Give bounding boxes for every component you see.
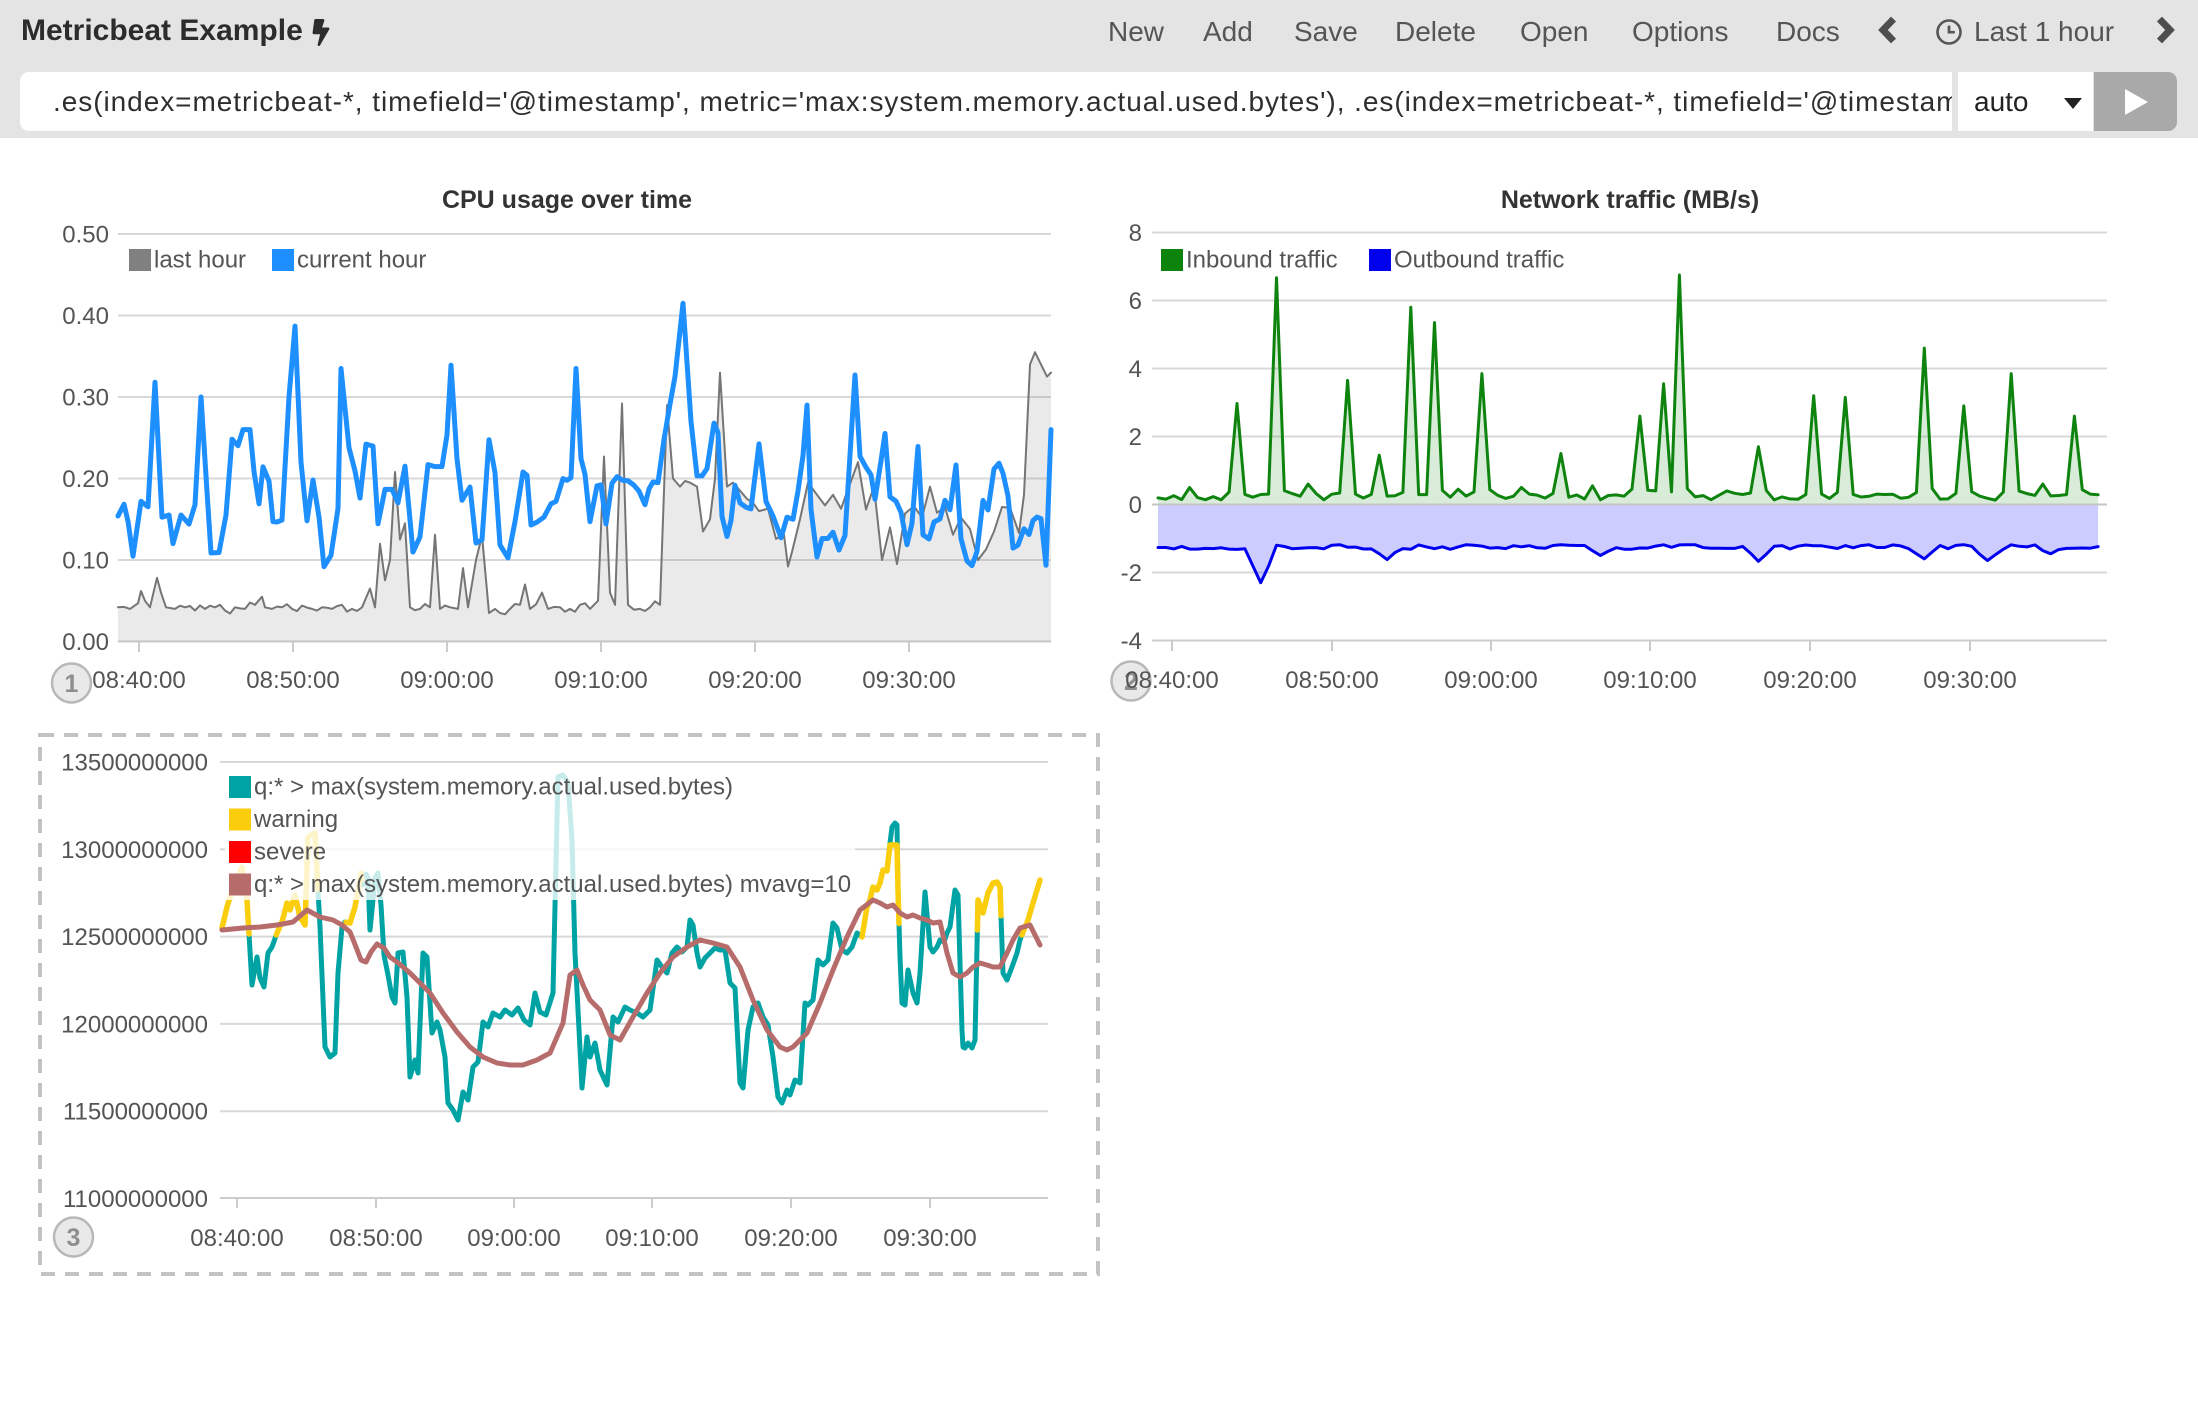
svg-text:11000000000: 11000000000 xyxy=(63,1186,208,1213)
svg-text:09:20:00: 09:20:00 xyxy=(744,1225,837,1252)
svg-text:08:50:00: 08:50:00 xyxy=(1285,667,1378,694)
svg-text:09:20:00: 09:20:00 xyxy=(708,667,801,694)
svg-text:11500000000: 11500000000 xyxy=(63,1099,208,1126)
svg-text:6: 6 xyxy=(1129,288,1142,315)
svg-text:12000000000: 12000000000 xyxy=(61,1011,208,1038)
svg-text:09:00:00: 09:00:00 xyxy=(467,1225,560,1252)
svg-text:current hour: current hour xyxy=(297,247,426,274)
svg-text:09:10:00: 09:10:00 xyxy=(605,1225,698,1252)
svg-text:13500000000: 13500000000 xyxy=(61,750,208,777)
svg-text:09:10:00: 09:10:00 xyxy=(1603,667,1696,694)
svg-text:-4: -4 xyxy=(1121,628,1142,655)
svg-text:last hour: last hour xyxy=(154,247,246,274)
svg-text:13000000000: 13000000000 xyxy=(61,837,208,864)
svg-text:0.50: 0.50 xyxy=(62,222,109,249)
svg-text:0: 0 xyxy=(1129,492,1142,519)
svg-text:0.40: 0.40 xyxy=(62,303,109,330)
svg-text:08:50:00: 08:50:00 xyxy=(246,667,339,694)
svg-text:Outbound traffic: Outbound traffic xyxy=(1394,247,1564,274)
svg-text:09:10:00: 09:10:00 xyxy=(554,667,647,694)
svg-text:1: 1 xyxy=(65,670,79,698)
svg-text:09:30:00: 09:30:00 xyxy=(1923,667,2016,694)
svg-text:09:20:00: 09:20:00 xyxy=(1763,667,1856,694)
svg-text:3: 3 xyxy=(67,1224,81,1252)
svg-text:09:00:00: 09:00:00 xyxy=(400,667,493,694)
svg-text:08:40:00: 08:40:00 xyxy=(190,1225,283,1252)
svg-text:CPU usage over time: CPU usage over time xyxy=(442,186,692,214)
svg-text:09:00:00: 09:00:00 xyxy=(1444,667,1537,694)
svg-text:0.00: 0.00 xyxy=(62,629,109,656)
svg-text:q:* > max(system.memory.actual: q:* > max(system.memory.actual.used.byte… xyxy=(254,774,733,801)
svg-text:4: 4 xyxy=(1129,356,1142,383)
svg-text:-2: -2 xyxy=(1121,560,1142,587)
svg-text:severe: severe xyxy=(254,839,326,866)
svg-text:0.10: 0.10 xyxy=(62,548,109,575)
svg-text:2: 2 xyxy=(1129,424,1142,451)
svg-text:08:50:00: 08:50:00 xyxy=(329,1225,422,1252)
svg-text:Inbound traffic: Inbound traffic xyxy=(1186,247,1338,274)
svg-text:09:30:00: 09:30:00 xyxy=(883,1225,976,1252)
svg-text:8: 8 xyxy=(1129,220,1142,247)
svg-text:09:30:00: 09:30:00 xyxy=(862,667,955,694)
svg-text:08:40:00: 08:40:00 xyxy=(1125,667,1218,694)
svg-text:warning: warning xyxy=(253,806,338,833)
svg-text:12500000000: 12500000000 xyxy=(61,924,208,951)
svg-text:0.30: 0.30 xyxy=(62,385,109,412)
svg-text:08:40:00: 08:40:00 xyxy=(92,667,185,694)
svg-text:Network traffic (MB/s): Network traffic (MB/s) xyxy=(1501,186,1759,214)
svg-text:q:* > max(system.memory.actual: q:* > max(system.memory.actual.used.byte… xyxy=(254,871,851,898)
svg-text:0.20: 0.20 xyxy=(62,466,109,493)
